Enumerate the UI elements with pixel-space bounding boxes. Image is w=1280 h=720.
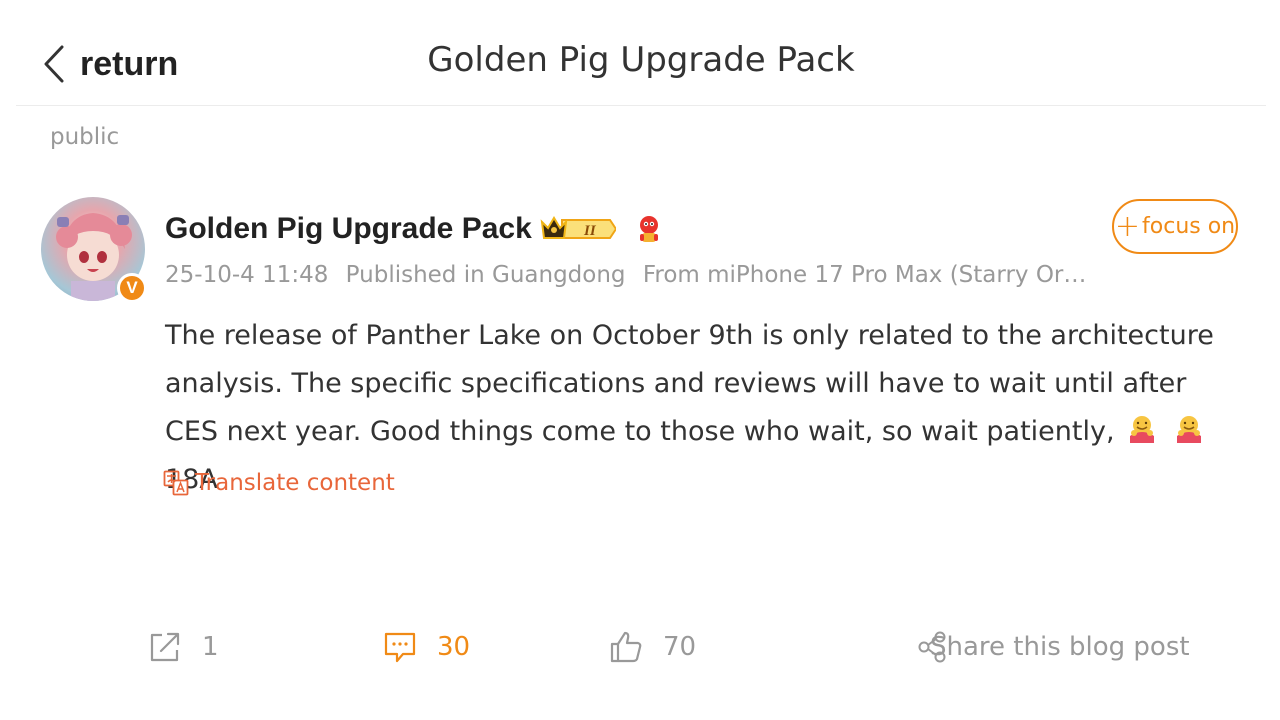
rank-badge[interactable]: II (540, 214, 616, 244)
visibility-label: public (50, 124, 120, 150)
top-bar: return Golden Pig Upgrade Pack (16, 0, 1266, 106)
crown-rank-icon: II (540, 216, 616, 239)
author-name[interactable]: Golden Pig Upgrade Pack (165, 212, 532, 246)
share-label: Share this blog post (930, 632, 1190, 662)
post-text: The release of Panther Lake on October 9… (165, 320, 1214, 447)
sticker-icon (639, 216, 658, 242)
repost-count: 1 (202, 632, 219, 662)
verified-badge: V (117, 273, 147, 303)
comment-count: 30 (437, 632, 471, 662)
post-location: Published in Guangdong (345, 262, 626, 288)
page-title: Golden Pig Upgrade Pack (427, 40, 855, 80)
action-bar: 1 30 70 Share this blog post (0, 620, 1280, 674)
follow-button[interactable]: + focus on (1112, 199, 1238, 254)
post-source: From miPhone 17 Pro Max (Starry Orange) (642, 262, 1095, 288)
hug-emoji-icon (1130, 416, 1155, 443)
post-time[interactable]: 25-10-4 11:48 (165, 262, 328, 288)
repost-button[interactable]: 1 (148, 620, 219, 674)
translate-label: Translate content (195, 470, 395, 496)
translate-button[interactable]: Translate content (163, 470, 395, 496)
author-row: Golden Pig Upgrade Pack II (165, 208, 664, 250)
post-meta: 25-10-4 11:48 Published in Guangdong Fro… (165, 262, 1095, 288)
plus-icon: + (1114, 208, 1141, 244)
hug-emoji-icon (1176, 416, 1201, 443)
repost-icon (150, 632, 180, 662)
translate-icon (163, 470, 189, 496)
svg-text:II: II (583, 223, 597, 239)
like-icon (610, 631, 642, 663)
like-button[interactable]: 70 (609, 620, 696, 674)
share-button[interactable]: Share this blog post (916, 620, 1190, 674)
like-count: 70 (663, 632, 697, 662)
comment-icon (384, 632, 416, 663)
follow-label: focus on (1142, 214, 1236, 239)
comment-button[interactable]: 30 (383, 620, 470, 674)
